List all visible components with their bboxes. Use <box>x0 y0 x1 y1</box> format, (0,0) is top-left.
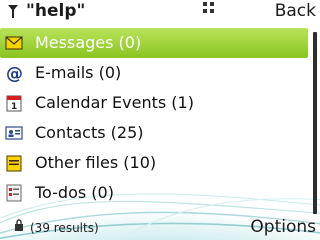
envelope-icon <box>5 36 23 50</box>
title-bar: "help" Back <box>0 0 320 24</box>
list-item-calendar-events[interactable]: 1 Calendar Events (1) <box>0 88 308 118</box>
contact-card-icon <box>5 126 23 140</box>
softkey-bar: (39 results) Options <box>0 215 320 240</box>
key-lock-icon <box>15 219 23 231</box>
list-item-messages[interactable]: Messages (0) <box>0 28 308 58</box>
signal-strength-icon <box>8 5 18 18</box>
options-softkey[interactable]: Options <box>250 217 316 237</box>
scroll-indicator[interactable] <box>313 32 317 214</box>
list-item-label: Calendar Events (1) <box>35 93 194 112</box>
list-item-label: Contacts (25) <box>35 123 144 142</box>
list-item-label: Other files (10) <box>35 153 157 172</box>
list-item-other-files[interactable]: Other files (10) <box>0 148 308 178</box>
list-item-todos[interactable]: To-dos (0) <box>0 178 308 208</box>
menu-grid-icon[interactable] <box>203 2 215 14</box>
list-item-label: To-dos (0) <box>35 183 114 202</box>
at-sign-icon: @ <box>6 64 23 82</box>
todo-list-icon <box>6 184 22 202</box>
svg-text:1: 1 <box>11 102 17 112</box>
calendar-icon: 1 <box>6 95 22 112</box>
results-count: (39 results) <box>30 221 99 235</box>
list-item-emails[interactable]: @ E-mails (0) <box>0 58 308 88</box>
list-item-contacts[interactable]: Contacts (25) <box>0 118 308 148</box>
file-icon <box>6 155 22 172</box>
list-item-label: Messages (0) <box>35 33 142 52</box>
list-item-label: E-mails (0) <box>35 63 122 82</box>
svg-text:@: @ <box>6 64 23 82</box>
search-query-title: "help" <box>26 1 86 21</box>
back-softkey[interactable]: Back <box>275 1 316 21</box>
